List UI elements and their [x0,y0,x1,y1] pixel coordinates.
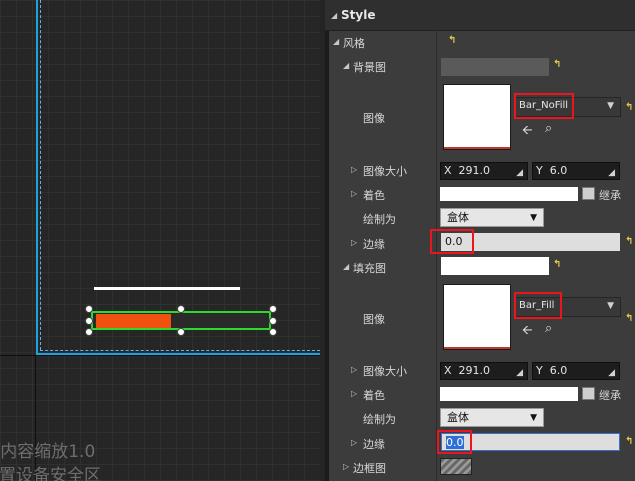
chevron-down-icon: ▼ [607,301,614,311]
resize-handle-top[interactable] [177,305,185,313]
background-image-preview[interactable] [441,58,549,76]
fill-image-label: 图像 [363,313,385,326]
bg-asset-highlight [514,93,574,119]
fill-asset-highlight [514,292,562,319]
fill-size-y-field[interactable]: Y 6.0 ◢ [532,362,620,380]
designer-viewport[interactable]: ←内容缩放1.0 设置设备安全区 [0,0,320,481]
resize-handle-bottom-left[interactable] [85,328,93,336]
search-icon[interactable]: ⌕ [545,121,552,136]
fill-image-thumbnail[interactable] [443,284,511,350]
canvas-boundary-left [36,0,38,355]
fill-margin-label: 边缘 [363,438,385,451]
fill-tint-label: 着色 [363,389,385,402]
fill-image-size-label: 图像大小 [363,365,407,378]
bg-tint-label: 着色 [363,189,385,202]
resize-handle-bottom[interactable] [177,328,185,336]
style-group-label: 风格 [343,37,365,50]
expand-arrow-icon[interactable]: ▷ [351,389,357,398]
bg-image-label: 图像 [363,112,385,125]
reset-arrow-icon[interactable]: ↰ [625,236,633,247]
reset-arrow-icon[interactable]: ↰ [553,59,561,70]
section-title: Style [341,8,376,22]
expand-arrow-icon[interactable]: ◢ [343,262,349,271]
bg-draw-as-dropdown[interactable]: 盒体 ▼ [440,208,544,227]
expand-arrow-icon[interactable]: ▷ [351,238,357,247]
fill-image-label: 填充图 [353,262,386,275]
chevron-down-icon: ▼ [607,101,614,111]
reset-arrow-icon[interactable]: ↰ [448,35,456,46]
origin-axis-horizontal [0,355,320,356]
resize-handle-top-right[interactable] [269,305,277,313]
reset-arrow-icon[interactable]: ↰ [625,102,633,113]
background-image-label: 背景图 [353,61,386,74]
fill-image-preview[interactable] [441,257,549,275]
resize-handle-bottom-right[interactable] [269,328,277,336]
canvas-boundary-bottom [36,353,320,355]
zoom-level-text: ←内容缩放1.0 [0,442,96,462]
bg-inherit-checkbox[interactable] [582,187,595,200]
bg-margin-label: 边缘 [363,238,385,251]
expand-arrow-icon[interactable]: ▷ [351,365,357,374]
progress-bar-fill [96,314,171,328]
expand-arrow-icon[interactable]: ▷ [351,189,357,198]
use-selected-arrow-icon[interactable]: 🡨 [522,321,533,343]
fill-size-x-field[interactable]: X 291.0 ◢ [440,362,528,380]
fill-inherit-label: 继承 [599,389,621,402]
bg-image-size-label: 图像大小 [363,165,407,178]
column-splitter[interactable] [436,30,437,481]
bg-image-thumbnail[interactable] [443,84,511,150]
collapse-arrow-icon[interactable]: ◢ [331,11,337,20]
background-bar-widget[interactable] [94,287,240,290]
expand-arrow-icon[interactable]: ▷ [343,462,349,471]
bg-size-y-field[interactable]: Y 6.0 ◢ [532,162,620,180]
search-icon[interactable]: ⌕ [545,321,552,336]
fill-draw-as-label: 绘制为 [363,413,396,426]
fill-draw-as-dropdown[interactable]: 盒体 ▼ [440,408,544,427]
bg-size-x-field[interactable]: X 291.0 ◢ [440,162,528,180]
safe-zone-bottom [40,350,320,351]
reset-arrow-icon[interactable]: ↰ [625,436,633,447]
resize-handle-right[interactable] [269,317,277,325]
expand-arrow-icon[interactable]: ◢ [343,61,349,70]
chevron-down-icon: ▼ [530,213,537,223]
resize-handle-top-left[interactable] [85,305,93,313]
use-selected-arrow-icon[interactable]: 🡨 [522,121,533,143]
fill-tint-color-swatch[interactable] [440,387,578,401]
chevron-down-icon: ▼ [530,413,537,423]
resize-handle-left[interactable] [85,317,93,325]
safe-zone-text: 设置设备安全区 [0,466,101,481]
reset-arrow-icon[interactable]: ↰ [625,313,633,324]
bg-draw-as-label: 绘制为 [363,213,396,226]
border-image-label: 边框图 [353,462,386,475]
expand-arrow-icon[interactable]: ▷ [351,165,357,174]
fill-margin-highlight [437,430,472,454]
bg-margin-highlight [430,229,474,254]
bg-inherit-label: 继承 [599,189,621,202]
safe-zone-left [40,0,41,350]
border-brush-preview-icon[interactable] [440,458,472,475]
expand-arrow-icon[interactable]: ▷ [351,438,357,447]
reset-arrow-icon[interactable]: ↰ [553,259,561,270]
fill-inherit-checkbox[interactable] [582,387,595,400]
bg-tint-color-swatch[interactable] [440,187,578,201]
expand-arrow-icon[interactable]: ◢ [333,37,339,46]
